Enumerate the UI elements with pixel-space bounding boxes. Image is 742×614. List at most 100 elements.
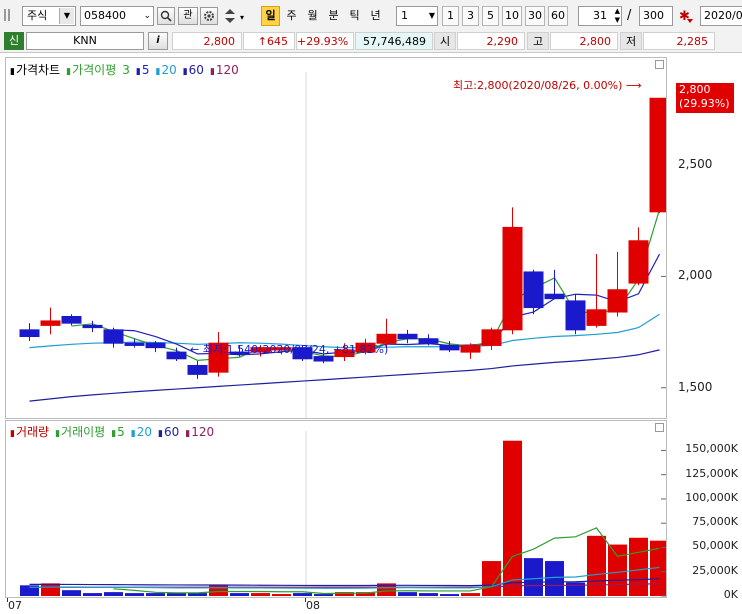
candle-body xyxy=(418,338,439,344)
count-total-value: 300 xyxy=(643,9,664,22)
high-label: 고 xyxy=(527,32,549,50)
settings-button[interactable] xyxy=(200,7,218,25)
count-input[interactable]: 31 ▲ ▼ xyxy=(578,6,622,26)
count-separator: / xyxy=(627,8,632,23)
price-axis-label: 2,500 xyxy=(678,157,713,172)
candle-body xyxy=(376,333,397,344)
volume-bar xyxy=(524,558,543,596)
volume-bar xyxy=(503,440,522,596)
candle-body xyxy=(61,315,82,324)
interest-button[interactable]: 관 xyxy=(178,7,198,25)
price-axis-label: 1,500 xyxy=(678,379,713,394)
volume-bar xyxy=(146,593,165,596)
current-rate-tag-value: (29.93%) xyxy=(679,97,730,110)
volume-bar xyxy=(188,593,207,596)
candle-body xyxy=(82,324,103,329)
volume-bar xyxy=(167,593,186,596)
current-price-tag: 2,800 (29.93%) xyxy=(676,83,734,113)
volume-axis-label: 25,000K xyxy=(692,563,738,577)
candle-body xyxy=(607,289,628,313)
change-rate: +29.93% xyxy=(296,32,354,50)
volume-bar xyxy=(440,594,459,596)
date-value: 2020/0 xyxy=(704,9,742,22)
volume-bar xyxy=(482,561,501,596)
x-axis-label-07: 07 xyxy=(8,599,22,612)
period-tab-2[interactable]: 월 xyxy=(303,6,322,26)
chevron-down-icon[interactable]: ⌄ xyxy=(143,7,151,25)
volume-bar xyxy=(230,593,249,596)
volume-bar xyxy=(251,593,270,596)
interval-value: 1 xyxy=(401,9,408,22)
gear-icon xyxy=(204,11,214,21)
volume-bar xyxy=(314,594,333,596)
volume-bar xyxy=(587,535,606,596)
candle-body xyxy=(628,240,649,284)
info-icon: i xyxy=(156,35,160,46)
interest-button-label: 관 xyxy=(183,10,193,21)
period-tab-5[interactable]: 년 xyxy=(366,6,385,26)
x-axis-label-08: 08 xyxy=(306,599,320,612)
current-price: 2,800 xyxy=(172,32,242,50)
chevron-down-icon[interactable]: ▼ xyxy=(59,8,74,24)
price-plot: 최고:2,800(2020/08/26, 0.00%) ⟶ ← 최저:1,540(… xyxy=(19,72,666,418)
interval-button-10[interactable]: 10 xyxy=(502,6,522,26)
interval-button-60[interactable]: 60 xyxy=(548,6,568,26)
candle-body xyxy=(313,356,334,362)
interval-button-30[interactable]: 30 xyxy=(525,6,545,26)
candle-body xyxy=(166,351,187,360)
candle-body xyxy=(565,300,586,331)
volume-axis-label: 75,000K xyxy=(692,515,738,529)
info-button[interactable]: i xyxy=(148,32,168,50)
volume-axis-label: 125,000K xyxy=(685,466,738,480)
search-button[interactable] xyxy=(157,7,175,25)
volume-axis-label: 150,000K xyxy=(685,442,738,456)
volume-axis-label: 100,000K xyxy=(685,490,738,504)
price-chart-panel[interactable]: ▮가격차트 ▮가격이평 3 ▮5 ▮20 ▮60 ▮120 최고:2,800(2020/08… xyxy=(5,57,667,419)
refresh-button[interactable]: ✱ xyxy=(677,7,695,25)
candle-body xyxy=(481,329,502,346)
market-type-select[interactable]: 주식 ▼ xyxy=(22,6,76,26)
stock-code-value: 058400 xyxy=(84,9,126,22)
period-tab-4[interactable]: 틱 xyxy=(345,6,364,26)
toolbar: 주식 ▼ 058400 ⌄ 관 ▾ 일주월분틱년 1 ▼ 1 3 5 10 30 60 3… xyxy=(0,0,742,31)
candle-body xyxy=(187,364,208,375)
volume-bar xyxy=(608,544,627,596)
candle-body xyxy=(502,226,523,331)
interval-button-1[interactable]: 1 xyxy=(442,6,459,26)
volume-bar xyxy=(461,593,480,596)
count-stepper[interactable]: ▲ ▼ xyxy=(608,7,620,25)
volume-bar xyxy=(41,583,60,596)
date-input[interactable]: 2020/0 xyxy=(700,6,742,26)
volume-bar xyxy=(545,561,564,596)
volume-bar xyxy=(293,593,312,596)
stock-name: KNN xyxy=(26,32,144,50)
grip-icon xyxy=(2,6,16,24)
volume-bar xyxy=(566,582,585,596)
volume-bar xyxy=(398,592,417,596)
high-annotation: 최고:2,800(2020/08/26, 0.00%) ⟶ xyxy=(453,79,642,92)
interval-select[interactable]: 1 ▼ xyxy=(396,6,438,26)
chevron-down-icon[interactable]: ▼ xyxy=(429,7,435,25)
low-price: 2,285 xyxy=(643,32,715,50)
candle-body xyxy=(439,344,460,351)
candle-body xyxy=(523,271,544,309)
volume-chart-panel[interactable]: ▮거래량 ▮거래이평 ▮5 ▮20 ▮60 ▮120 xyxy=(5,420,667,598)
candle-body xyxy=(40,320,61,326)
count-value: 31 xyxy=(593,9,607,22)
volume-bar xyxy=(419,593,438,596)
price-axis-label: 2,000 xyxy=(678,268,713,283)
low-label: 저 xyxy=(620,32,642,50)
price-change: ↑645 xyxy=(243,32,295,50)
open-label: 시 xyxy=(434,32,456,50)
period-tab-3[interactable]: 분 xyxy=(324,6,343,26)
interval-button-5[interactable]: 5 xyxy=(482,6,499,26)
stock-code-input[interactable]: 058400 ⌄ xyxy=(80,6,154,26)
high-price: 2,800 xyxy=(550,32,618,50)
up-down-arrows-icon xyxy=(225,9,235,23)
x-axis: 07 08 xyxy=(0,598,742,614)
dropdown-arrow-icon[interactable]: ▾ xyxy=(240,13,244,22)
interval-button-3[interactable]: 3 xyxy=(462,6,479,26)
spin-buttons[interactable] xyxy=(222,7,238,25)
period-tab-0[interactable]: 일 xyxy=(261,6,280,26)
period-tab-1[interactable]: 주 xyxy=(282,6,301,26)
